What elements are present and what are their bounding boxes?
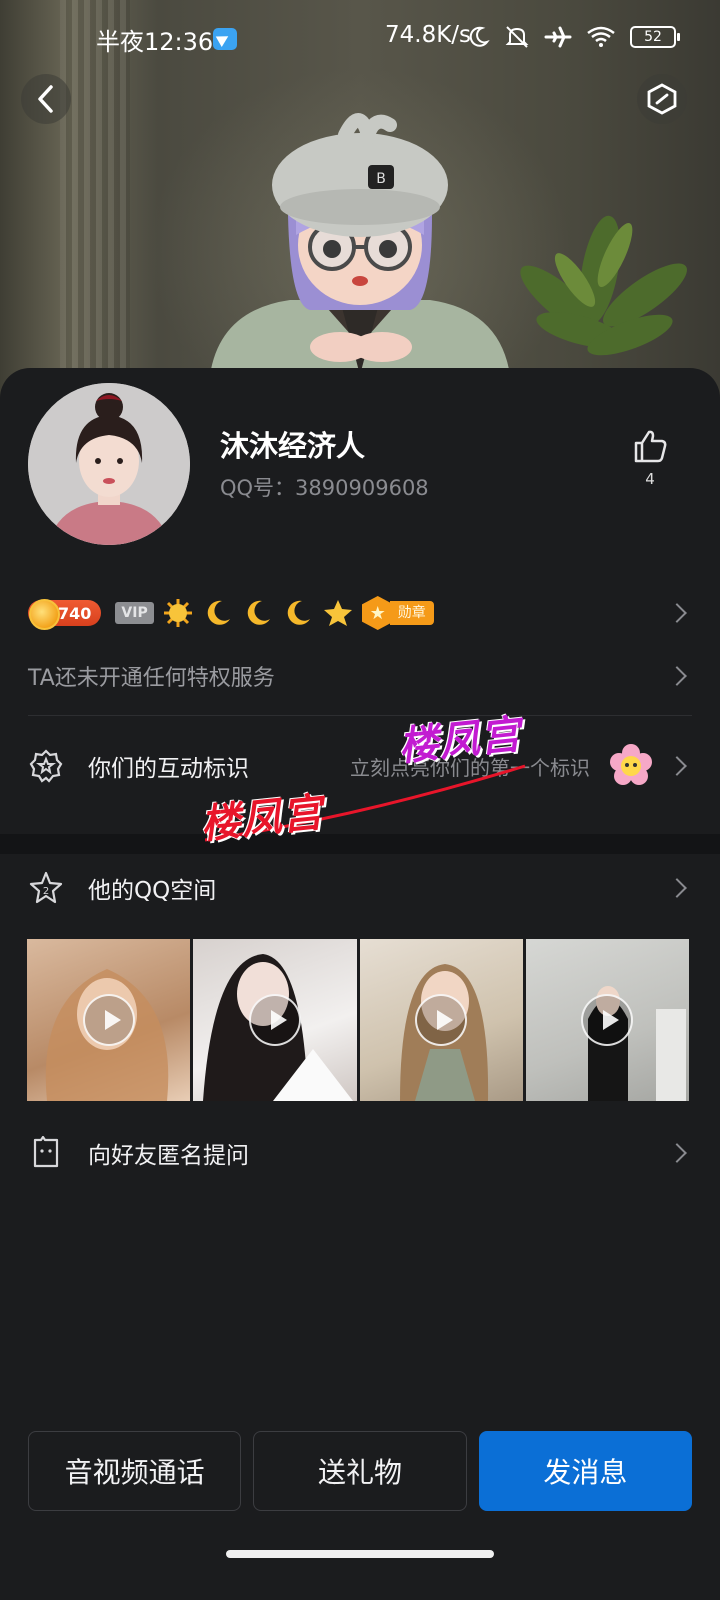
coin-badge: 740	[28, 599, 102, 630]
medal-badge: ★ 勋章	[361, 596, 434, 630]
like-button[interactable]: 4	[626, 428, 674, 488]
avatar-image	[28, 383, 190, 545]
play-icon	[248, 994, 301, 1046]
profile-cover: B 半夜12:36 74.8K/s 52	[0, 0, 720, 400]
qzone-row[interactable]: 2 他的QQ空间	[0, 848, 720, 928]
star-badge-icon	[28, 748, 64, 784]
chevron-right-icon	[667, 878, 687, 898]
status-icons: 52	[466, 24, 680, 50]
status-bar: 半夜12:36 74.8K/s 52	[0, 0, 720, 80]
mute-bell-icon	[505, 26, 529, 48]
back-arrow-icon	[38, 85, 53, 113]
medal-label: 勋章	[389, 601, 434, 625]
divider	[28, 715, 692, 716]
qq-number[interactable]: QQ号：3890909608	[220, 472, 429, 502]
profile-avatar[interactable]	[28, 383, 190, 545]
video-call-button[interactable]: 音视频通话	[28, 1431, 242, 1511]
flower-mascot-icon	[610, 744, 652, 785]
airplane-icon	[544, 26, 572, 48]
anonymous-question-row[interactable]: 向好友匿名提问	[0, 1113, 720, 1193]
moon-icon	[242, 597, 274, 629]
chevron-right-icon	[667, 666, 687, 686]
question-box-icon	[28, 1135, 64, 1171]
telegram-icon	[213, 28, 237, 50]
star-icon	[322, 597, 354, 629]
play-icon	[415, 994, 468, 1046]
video-thumbnail[interactable]	[359, 939, 523, 1101]
medal-star-icon: ★	[361, 596, 394, 630]
3d-avatar-figure: B	[210, 113, 510, 375]
status-time: 半夜12:36	[96, 28, 214, 56]
vip-badge: VIP	[115, 602, 154, 624]
plant-decoration	[520, 215, 687, 356]
play-icon	[581, 994, 634, 1046]
privilege-row[interactable]: TA还未开通任何特权服务	[0, 643, 720, 709]
hexagon-edit-icon	[647, 83, 677, 115]
profile-name: 沐沐经济人	[220, 429, 366, 463]
badges-row[interactable]: 740 VIP ★ 勋章	[0, 588, 720, 638]
send-message-button[interactable]: 发消息	[478, 1431, 692, 1511]
send-gift-button[interactable]: 送礼物	[253, 1431, 467, 1511]
network-speed: 74.8K/s	[385, 22, 472, 48]
moon-icon	[469, 26, 490, 47]
anonymous-question-label: 向好友匿名提问	[88, 1143, 249, 1169]
moon-icon	[202, 597, 234, 629]
battery-icon: 52	[630, 26, 680, 48]
qzone-label: 他的QQ空间	[88, 878, 217, 904]
moon-icon	[282, 597, 314, 629]
svg-text:B: B	[376, 171, 386, 187]
edit-cover-button[interactable]	[637, 74, 687, 124]
home-indicator[interactable]	[226, 1550, 494, 1558]
star-outline-icon: 2	[28, 870, 64, 906]
video-thumbnail[interactable]	[27, 939, 191, 1101]
action-bar: 音视频通话 送礼物 发消息	[28, 1431, 692, 1511]
wifi-icon	[587, 26, 615, 47]
thumbs-up-icon	[634, 430, 667, 463]
coin-count: 740	[58, 603, 92, 623]
like-count: 4	[645, 470, 655, 488]
back-button[interactable]	[21, 74, 71, 124]
video-thumbnail[interactable]	[193, 939, 357, 1101]
play-icon	[82, 994, 135, 1046]
sun-icon	[162, 597, 194, 629]
svg-text:2: 2	[43, 886, 49, 897]
chevron-right-icon	[667, 756, 687, 776]
privilege-text: TA还未开通任何特权服务	[28, 666, 275, 691]
profile-card: 沐沐经济人 QQ号：3890909608 4 740 VIP ★ 勋章 TA还未…	[0, 368, 720, 1600]
video-thumbnail[interactable]	[525, 939, 689, 1101]
chevron-right-icon	[667, 603, 687, 623]
qzone-thumbnails	[27, 939, 689, 1101]
chevron-right-icon	[667, 1143, 687, 1163]
